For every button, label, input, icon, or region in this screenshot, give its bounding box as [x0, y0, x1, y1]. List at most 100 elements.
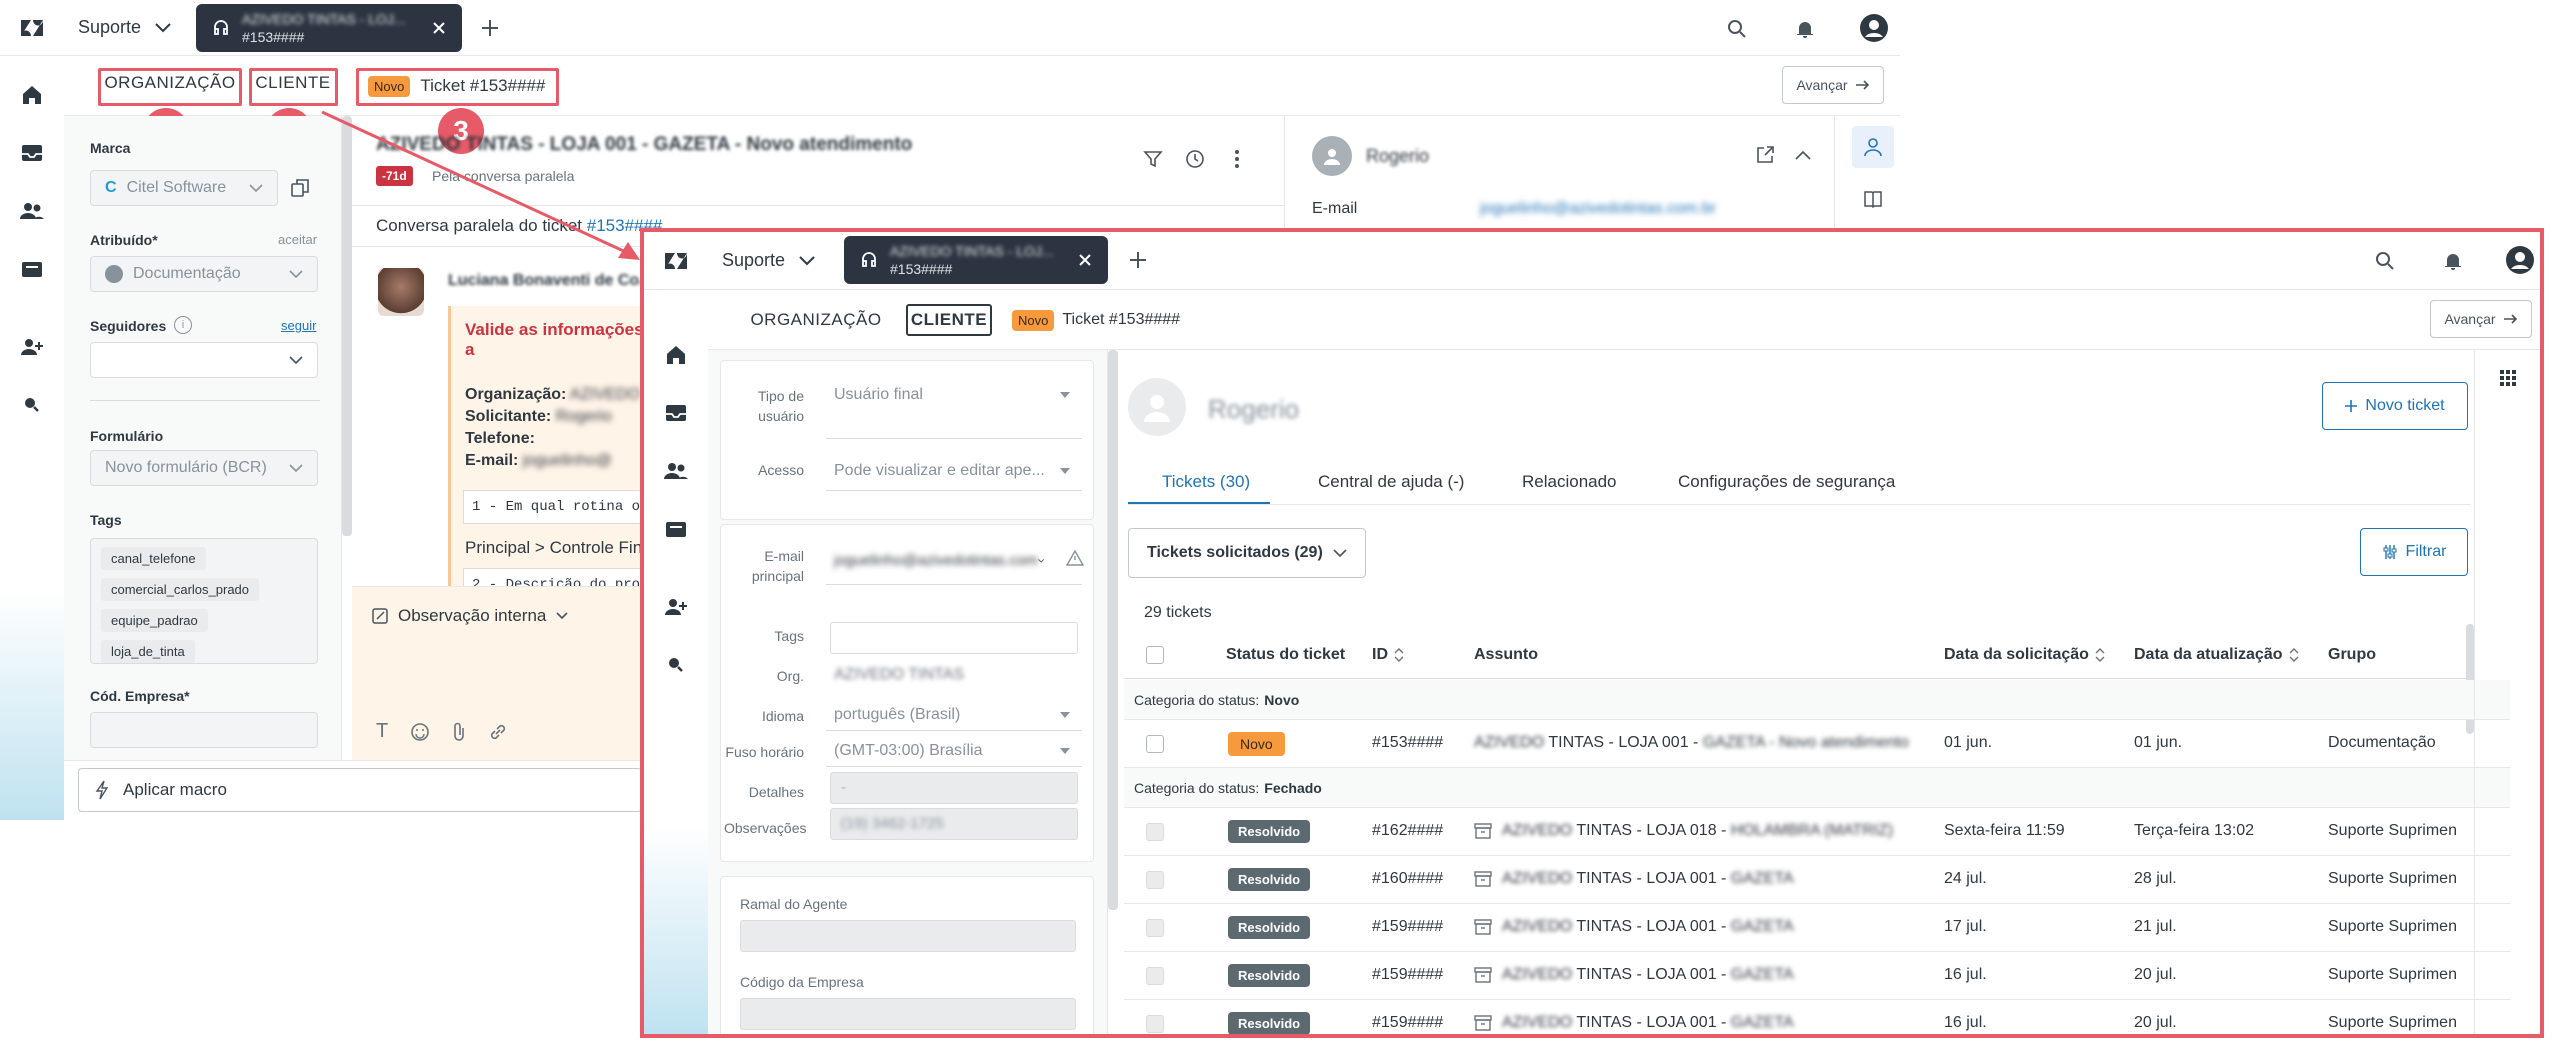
zendesk-logo-icon[interactable] [644, 233, 708, 289]
status-badge-new: Novo [1012, 309, 1055, 331]
table-row[interactable]: Resolvido #162#### AZIVEDO TINTAS - LOJA 0… [1124, 808, 2510, 856]
col-id[interactable]: ID [1372, 646, 1404, 664]
warning-icon [1066, 550, 1084, 566]
email-select[interactable]: joguelinho@azivedotintas.com [834, 552, 1044, 569]
notes-label: Observações [724, 820, 807, 836]
requested-date: 01 jun. [1944, 734, 1993, 751]
crumb-ticket[interactable]: Novo Ticket #153#### [1012, 304, 1180, 336]
row-checkbox[interactable] [1146, 1015, 1164, 1033]
language-select[interactable]: português (Brasil) [834, 706, 1070, 724]
ticket-label: Ticket #153#### [1062, 311, 1181, 328]
agent-extension-label: Ramal do Agente [740, 896, 848, 912]
tab-tickets[interactable]: Tickets (30) [1162, 472, 1250, 492]
user-settings-card [720, 360, 1094, 520]
search-icon[interactable] [2370, 246, 2400, 276]
ticket-id[interactable]: #159#### [1372, 966, 1443, 984]
category-new: Categoria do status: Novo [1124, 680, 2510, 720]
table-row[interactable]: Novo #153#### AZIVEDO TINTAS - LOJA 001 … [1124, 720, 2510, 768]
ticket-subject[interactable]: AZIVEDO TINTAS - LOJA 001 - GAZETA [1474, 870, 1794, 888]
user-name: Rogerio [1208, 394, 1300, 424]
updated-date: 01 jun. [2134, 734, 2183, 751]
ticket-id[interactable]: #162#### [1372, 822, 1443, 840]
row-checkbox[interactable] [1146, 823, 1164, 841]
notes-field[interactable]: (19) 3462-1725 [830, 808, 1078, 840]
timezone-select[interactable]: (GMT-03:00) Brasília [834, 742, 1070, 760]
tab-related[interactable]: Relacionado [1522, 472, 1617, 492]
updated-date: 20 jul. [2134, 966, 2177, 983]
new-ticket-button[interactable]: Novo ticket [2322, 382, 2468, 430]
new-ticket-label: Novo ticket [2365, 397, 2445, 414]
search-icon[interactable] [644, 636, 708, 694]
requested-date: 17 jul. [1944, 918, 1987, 935]
scrollbar[interactable] [1108, 350, 1118, 910]
updated-date: 21 jul. [2134, 918, 2177, 935]
org-value[interactable]: AZIVEDO TINTAS [834, 666, 964, 684]
agent-extension-input[interactable] [740, 920, 1076, 952]
table-row[interactable]: Resolvido #159#### AZIVEDO TINTAS - LOJA 0… [1124, 952, 2510, 1000]
requested-date: Sexta-feira 11:59 [1944, 822, 2065, 839]
table-row[interactable]: Resolvido #159#### AZIVEDO TINTAS - LOJA 0… [1124, 1000, 2510, 1034]
add-user-icon[interactable] [644, 578, 708, 636]
row-checkbox[interactable] [1146, 967, 1164, 985]
company-code-label: Código da Empresa [740, 974, 864, 990]
group-name: Suporte Suprimen [2328, 1014, 2457, 1031]
notes-value: (19) 3462-1725 [841, 815, 944, 832]
timezone-value: (GMT-03:00) Brasília [834, 742, 983, 759]
col-updated[interactable]: Data da atualização [2134, 646, 2299, 664]
filter-button[interactable]: Filtrar [2360, 528, 2468, 576]
access-value: Pode visualizar e editar ape... [834, 462, 1045, 479]
crumb-client-active[interactable]: CLIENTE [906, 304, 992, 336]
ticket-subject[interactable]: AZIVEDO TINTAS - LOJA 001 - GAZETA [1474, 918, 1794, 936]
ticket-subject[interactable]: AZIVEDO TINTAS - LOJA 001 - GAZETA [1474, 1014, 1794, 1032]
group-name: Suporte Suprimen [2328, 870, 2457, 887]
row-checkbox[interactable] [1146, 735, 1164, 753]
org-label: Org. [776, 668, 804, 684]
archive-icon [1474, 967, 1492, 983]
group-name: Documentação [2328, 734, 2436, 751]
crumb-organization[interactable]: ORGANIZAÇÃO [748, 304, 884, 336]
table-row[interactable]: Resolvido #159#### AZIVEDO TINTAS - LOJA 0… [1124, 904, 2510, 952]
status-badge: Resolvido [1228, 916, 1311, 939]
ticket-id[interactable]: #159#### [1372, 918, 1443, 936]
ticket-tab[interactable]: AZIVEDO TINTAS - LOJ... #153#### [844, 236, 1108, 284]
caret-down-icon [1060, 392, 1070, 398]
col-requested[interactable]: Data da solicitação [1944, 646, 2105, 664]
row-checkbox[interactable] [1146, 871, 1164, 889]
inbox-icon[interactable] [644, 384, 708, 442]
filter-sliders-icon [2383, 545, 2397, 559]
close-icon[interactable] [1078, 253, 1092, 267]
chevron-down-icon [1333, 549, 1347, 557]
access-select[interactable]: Pode visualizar e editar ape... [834, 462, 1070, 480]
tags-input[interactable] [830, 622, 1078, 654]
select-all-checkbox[interactable] [1146, 646, 1164, 664]
user-type-select[interactable]: Usuário final [834, 386, 1070, 404]
chevron-down-icon [799, 255, 815, 265]
tickets-filter-select[interactable]: Tickets solicitados (29) [1128, 528, 1366, 578]
organizations-icon[interactable] [644, 500, 708, 558]
home-icon[interactable] [644, 326, 708, 384]
advance-button[interactable]: Avançar [2430, 300, 2532, 338]
ticket-id[interactable]: #160#### [1372, 870, 1443, 888]
top-bar: Suporte AZIVEDO TINTAS - LOJ... #153#### [644, 232, 2540, 290]
ticket-id[interactable]: #159#### [1372, 1014, 1443, 1032]
row-checkbox[interactable] [1146, 919, 1164, 937]
customers-icon[interactable] [644, 442, 708, 500]
archive-icon [1474, 871, 1492, 887]
profile-avatar-icon[interactable] [2504, 244, 2536, 276]
tab-security-settings[interactable]: Configurações de segurança [1678, 472, 1895, 492]
col-status: Status do ticket [1226, 646, 1346, 663]
updated-date: 28 jul. [2134, 870, 2177, 887]
language-value: português (Brasil) [834, 706, 961, 723]
notifications-bell-icon[interactable] [2438, 246, 2468, 276]
add-tab-icon[interactable] [1122, 246, 1154, 274]
apps-grid-icon[interactable] [2490, 360, 2526, 396]
arrow-right-icon [2503, 314, 2517, 324]
table-row[interactable]: Resolvido #160#### AZIVEDO TINTAS - LOJA 0… [1124, 856, 2510, 904]
details-field[interactable]: - [830, 772, 1078, 804]
tab-help-center[interactable]: Central de ajuda (-) [1318, 472, 1464, 492]
email-value: joguelinho@azivedotintas.com [834, 552, 1038, 569]
company-code-input[interactable] [740, 998, 1076, 1030]
ticket-subject[interactable]: AZIVEDO TINTAS - LOJA 001 - GAZETA [1474, 966, 1794, 984]
product-switcher[interactable]: Suporte [722, 250, 815, 271]
ticket-subject[interactable]: AZIVEDO TINTAS - LOJA 018 - HOLAMBRA (MA… [1474, 822, 1893, 840]
